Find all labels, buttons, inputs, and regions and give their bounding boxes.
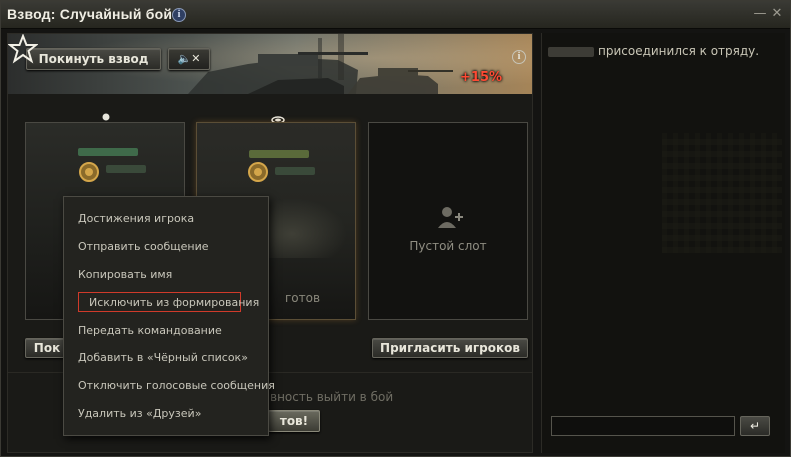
info-icon[interactable]: i xyxy=(172,8,186,22)
menu-item-copy-name[interactable]: Копировать имя xyxy=(78,265,172,285)
xp-bonus-label: +15% xyxy=(460,70,503,85)
empty-slot[interactable]: Пустой слот xyxy=(368,122,528,320)
menu-item-achievements[interactable]: Достижения игрока xyxy=(78,209,194,229)
player-context-menu: Достижения игрока Отправить сообщение Ко… xyxy=(63,196,275,436)
menu-item-remove-friend[interactable]: Удалить из «Друзей» xyxy=(78,404,201,424)
chat-player-name-blurred xyxy=(548,47,594,57)
ready-hint: вность выйти в бой xyxy=(270,390,394,404)
chat-background-pattern xyxy=(662,133,782,253)
chat-panel: присоединился к отряду. ↵ xyxy=(541,33,785,453)
player-name-blurred xyxy=(78,148,138,156)
chat-input[interactable] xyxy=(551,416,735,436)
minimize-icon[interactable]: — xyxy=(753,7,767,21)
enter-icon: ↵ xyxy=(749,419,761,433)
speaker-mute-icon: 🔈✕ xyxy=(177,52,201,65)
send-button[interactable]: ↵ xyxy=(740,416,770,436)
menu-item-mute-voice[interactable]: Отключить голосовые сообщения xyxy=(78,376,275,396)
title-bar[interactable]: Взвод: Случайный бой i — ✕ xyxy=(1,1,790,29)
window-title: Взвод: Случайный бой xyxy=(7,6,173,22)
add-user-icon xyxy=(438,207,463,228)
medal-icon xyxy=(248,162,268,182)
menu-item-kick[interactable]: Исключить из формирования xyxy=(78,292,259,312)
menu-item-transfer-command[interactable]: Передать командование xyxy=(78,321,222,341)
menu-item-send-message[interactable]: Отправить сообщение xyxy=(78,237,209,257)
close-icon[interactable]: ✕ xyxy=(770,7,784,21)
medal-icon xyxy=(79,162,99,182)
mute-voice-button[interactable]: 🔈✕ xyxy=(168,48,210,70)
platoon-window: Взвод: Случайный бой i — ✕ Покинуть взво… xyxy=(0,0,791,457)
empty-slot-label: Пустой слот xyxy=(409,239,487,253)
menu-item-add-blacklist[interactable]: Добавить в «Чёрный список» xyxy=(78,348,248,368)
clan-tag-blurred xyxy=(275,167,315,175)
platoon-banner: Покинуть взвод 🔈✕ +15% i xyxy=(8,34,532,94)
bonus-info-icon[interactable]: i xyxy=(512,50,526,64)
invite-players-button[interactable]: Пригласить игроков xyxy=(372,338,528,358)
star-icon xyxy=(8,34,38,64)
chat-message: присоединился к отряду. xyxy=(598,44,760,58)
ready-button[interactable]: тов! xyxy=(268,410,320,432)
leave-platoon-button[interactable]: Покинуть взвод xyxy=(26,48,161,70)
player-name-blurred xyxy=(249,150,309,158)
ready-status: готов xyxy=(285,291,321,305)
clan-tag-blurred xyxy=(106,165,146,173)
